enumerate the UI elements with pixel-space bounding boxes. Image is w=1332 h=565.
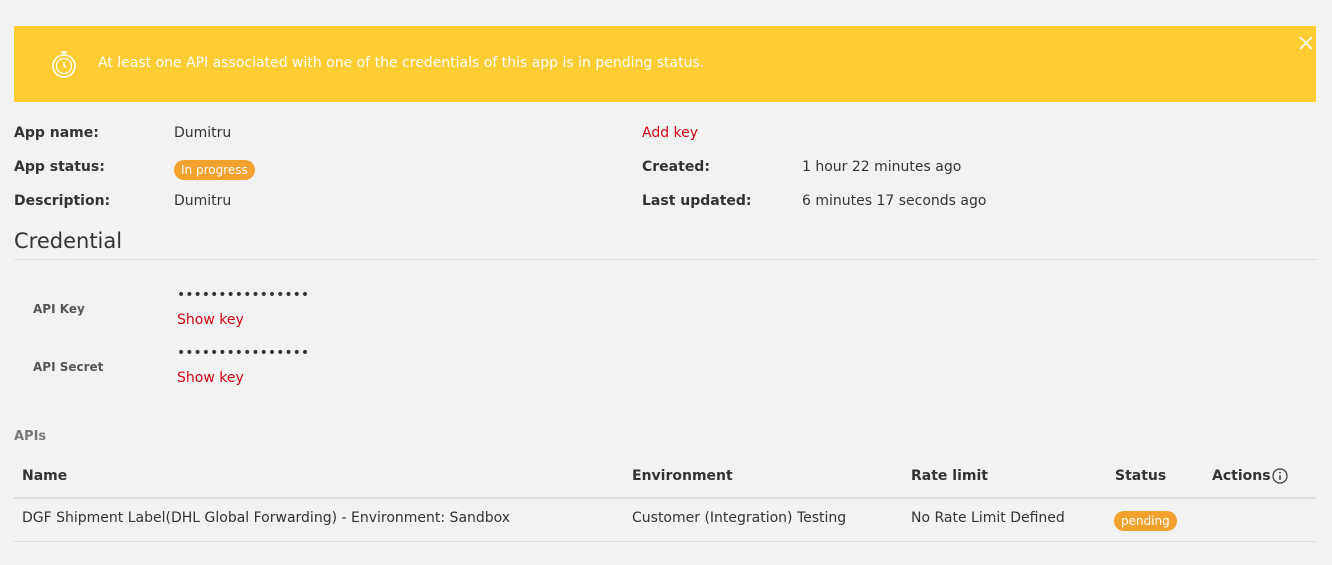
- timer-icon: [52, 51, 76, 78]
- close-icon[interactable]: [1298, 35, 1314, 51]
- table-header-divider: [14, 497, 1316, 499]
- api-key-masked: ••••••••••••••••: [177, 287, 310, 303]
- api-secret-label: API Secret: [33, 360, 104, 374]
- app-status-label: App status:: [14, 159, 105, 175]
- credential-divider: [14, 259, 1316, 260]
- api-name-cell: DGF Shipment Label(DHL Global Forwarding…: [22, 510, 511, 526]
- show-api-key-link[interactable]: Show key: [177, 312, 244, 328]
- app-status-badge: In progress: [174, 160, 255, 180]
- credential-title: Credential: [14, 229, 123, 253]
- created-label: Created:: [642, 159, 710, 175]
- api-rate-limit-cell: No Rate Limit Defined: [911, 510, 1065, 526]
- description-value: Dumitru: [174, 193, 232, 209]
- column-header-actions: Actions: [1212, 468, 1271, 484]
- app-name-label: App name:: [14, 125, 99, 141]
- created-value: 1 hour 22 minutes ago: [802, 159, 962, 175]
- last-updated-label: Last updated:: [642, 193, 752, 209]
- info-icon[interactable]: [1272, 468, 1288, 484]
- api-secret-masked: ••••••••••••••••: [177, 345, 310, 361]
- api-key-label: API Key: [33, 302, 85, 316]
- column-header-status: Status: [1115, 468, 1167, 484]
- column-header-rate-limit: Rate limit: [911, 468, 988, 484]
- api-status-badge: pending: [1114, 511, 1177, 531]
- description-label: Description:: [14, 193, 111, 209]
- table-row-divider: [14, 541, 1316, 542]
- last-updated-value: 6 minutes 17 seconds ago: [802, 193, 987, 209]
- column-header-environment: Environment: [632, 468, 733, 484]
- column-header-name: Name: [22, 468, 68, 484]
- pending-status-alert: At least one API associated with one of …: [14, 26, 1316, 102]
- app-name-value: Dumitru: [174, 125, 232, 141]
- show-api-secret-link[interactable]: Show key: [177, 370, 244, 386]
- add-key-link[interactable]: Add key: [642, 125, 698, 141]
- apis-title: APIs: [14, 429, 47, 444]
- api-environment-cell: Customer (Integration) Testing: [632, 510, 847, 526]
- alert-message: At least one API associated with one of …: [98, 55, 705, 71]
